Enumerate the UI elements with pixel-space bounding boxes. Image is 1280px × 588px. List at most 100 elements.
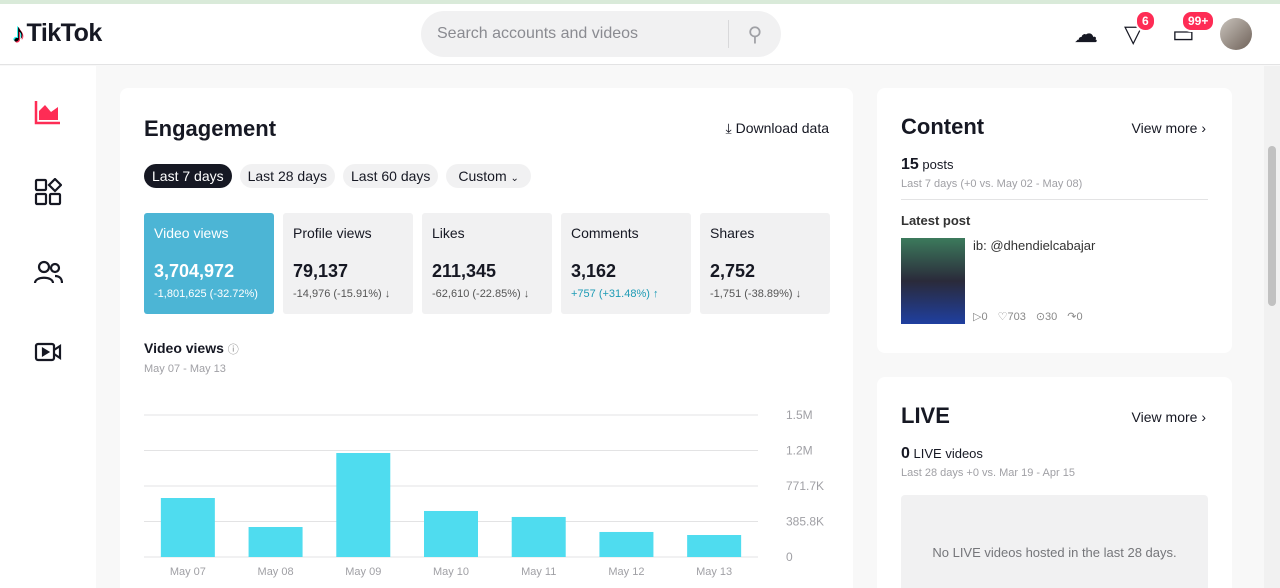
plays-value: 0 (981, 311, 988, 323)
post-stats: ▷0 ♡703 ⊙30 ↷0 (973, 310, 1083, 323)
latest-post[interactable]: ib: @dhendielcabajar ▷0 ♡703 ⊙30 ↷0 (901, 238, 1208, 324)
y-tick-label: 0 (786, 550, 793, 564)
shares-value: 0 (1076, 311, 1083, 323)
live-video-icon[interactable] (32, 336, 64, 368)
metric-shares[interactable]: Shares 2,752 -1,751 (-38.89%) ↓ (700, 213, 830, 314)
metric-profile-views[interactable]: Profile views 79,137 -14,976 (-15.91%) ↓ (283, 213, 413, 314)
post-caption: ib: @dhendielcabajar (973, 238, 1096, 253)
metric-delta: -14,976 (-15.91%) ↓ (293, 288, 403, 300)
live-view-more[interactable]: View more › (1132, 409, 1206, 425)
arrow-down-icon: ↓ (523, 288, 530, 300)
date-range-tabs: Last 7 days Last 28 days Last 60 days Cu… (144, 164, 531, 188)
bar (336, 453, 391, 557)
live-sub: Last 28 days +0 vs. Mar 19 - Apr 15 (901, 467, 1075, 479)
bar (248, 526, 303, 557)
info-icon[interactable]: ⓘ (228, 344, 239, 356)
bar (511, 516, 566, 557)
x-tick-label: May 11 (521, 566, 556, 578)
x-tick-label: May 08 (258, 566, 294, 578)
chevron-right-icon: › (1201, 409, 1206, 425)
comments-stat: ⊙30 (1036, 310, 1057, 323)
tiktok-logo[interactable]: ♪ TikTok (12, 18, 102, 49)
view-more-label: View more (1131, 409, 1198, 425)
scrollbar-thumb[interactable] (1268, 146, 1276, 306)
search-input[interactable]: Search accounts and videos ⚲ (421, 11, 781, 57)
plays-stat: ▷0 (973, 310, 988, 323)
range-last-7[interactable]: Last 7 days (144, 164, 232, 188)
live-count-label: LIVE videos (913, 446, 983, 461)
chevron-down-icon: ⌄ (510, 173, 519, 184)
range-last-28[interactable]: Last 28 days (239, 164, 335, 188)
heart-icon: ♡ (997, 311, 1008, 323)
delta-text: +757 (+31.48%) (571, 288, 650, 300)
tiktok-note-icon: ♪ (12, 18, 25, 48)
y-tick-label: 771.7K (786, 479, 824, 493)
x-tick-label: May 10 (433, 566, 469, 578)
metric-value: 2,752 (710, 261, 756, 281)
analytics-chart-icon[interactable] (32, 96, 64, 128)
arrow-up-icon: ↑ (652, 288, 659, 300)
comments-value: 30 (1045, 311, 1058, 323)
chart-range: May 07 - May 13 (144, 363, 226, 375)
metric-label: Likes (432, 225, 465, 241)
latest-post-label: Latest post (901, 213, 971, 228)
logo-text: TikTok (26, 19, 103, 47)
followers-icon[interactable] (32, 256, 64, 288)
metric-label: Comments (571, 225, 639, 241)
video-views-bar-chart: 0 385.8K 771.7K 1.2M 1.5M May 07 May 08 May 09 M… (144, 408, 824, 578)
chart-title-text: Video views (144, 340, 224, 356)
range-last-60[interactable]: Last 60 days (343, 164, 439, 188)
engagement-card: Engagement ⤓ Download data Last 7 days L… (120, 88, 853, 588)
content-card: Content View more › 15 posts Last 7 days… (877, 88, 1232, 353)
x-tick-label: May 09 (345, 566, 381, 578)
metric-likes[interactable]: Likes 211,345 -62,610 (-22.85%) ↓ (422, 213, 552, 314)
post-thumbnail[interactable] (901, 238, 965, 324)
metric-label: Profile views (293, 225, 372, 241)
metric-comments[interactable]: Comments 3,162 +757 (+31.48%) ↑ (561, 213, 691, 314)
messages-badge: 99+ (1181, 10, 1216, 32)
post-count-value: 15 (901, 156, 919, 173)
live-empty-state: No LIVE videos hosted in the last 28 day… (901, 495, 1208, 588)
metric-value: 3,704,972 (154, 261, 235, 281)
post-count-sub: Last 7 days (+0 vs. May 02 - May 08) (901, 178, 1208, 200)
header: ♪ TikTok Search accounts and videos ⚲ ☁ ▽… (0, 4, 1280, 65)
metric-value: 79,137 (293, 261, 349, 281)
metric-label: Video views (154, 225, 229, 241)
metric-value: 3,162 (571, 261, 617, 281)
delta-text: -62,610 (-22.85%) (432, 288, 521, 300)
grid-apps-icon[interactable] (32, 176, 64, 208)
upload-cloud-icon[interactable]: ☁ (1074, 20, 1098, 49)
view-more-label: View more (1131, 120, 1198, 136)
metric-cards: Video views 3,704,972 -1,801,625 (-32.72%)… (144, 213, 830, 314)
engagement-title: Engagement (144, 116, 277, 141)
sidebar (0, 66, 96, 588)
content-view-more[interactable]: View more › (1132, 120, 1206, 136)
metric-label: Shares (710, 225, 755, 241)
y-tick-label: 385.8K (786, 515, 824, 529)
x-tick-label: May 07 (170, 566, 206, 578)
delta-text: -1,751 (-38.89%) (710, 288, 793, 300)
metric-delta: -1,801,625 (-32.72%) (154, 288, 258, 300)
live-card: LIVE View more › 0 LIVE videos Last 28 d… (877, 377, 1232, 588)
likes-stat: ♡703 (998, 310, 1026, 323)
metric-value: 211,345 (432, 261, 497, 281)
download-data-button[interactable]: ⤓ Download data (726, 120, 829, 137)
post-count: 15 posts (901, 156, 1208, 174)
x-tick-label: May 12 (608, 566, 644, 578)
metric-delta: -62,610 (-22.85%) ↓ (432, 288, 542, 300)
metric-delta: -1,751 (-38.89%) ↓ (710, 288, 820, 300)
live-count-value: 0 (901, 445, 910, 462)
scrollbar[interactable] (1264, 66, 1280, 588)
share-icon: ↷ (1067, 311, 1077, 323)
metric-video-views[interactable]: Video views 3,704,972 -1,801,625 (-32.72%) (144, 213, 274, 314)
chevron-right-icon: › (1201, 120, 1206, 136)
avatar[interactable] (1220, 18, 1252, 50)
bar (687, 535, 742, 557)
range-custom-dropdown[interactable]: Custom ⌄ (446, 164, 531, 188)
likes-value: 703 (1007, 311, 1026, 323)
download-icon: ⤓ (725, 120, 736, 136)
y-tick-label: 1.5M (786, 408, 813, 422)
bar (160, 498, 215, 557)
arrow-down-icon: ↓ (795, 288, 802, 300)
search-icon[interactable]: ⚲ (729, 22, 781, 47)
